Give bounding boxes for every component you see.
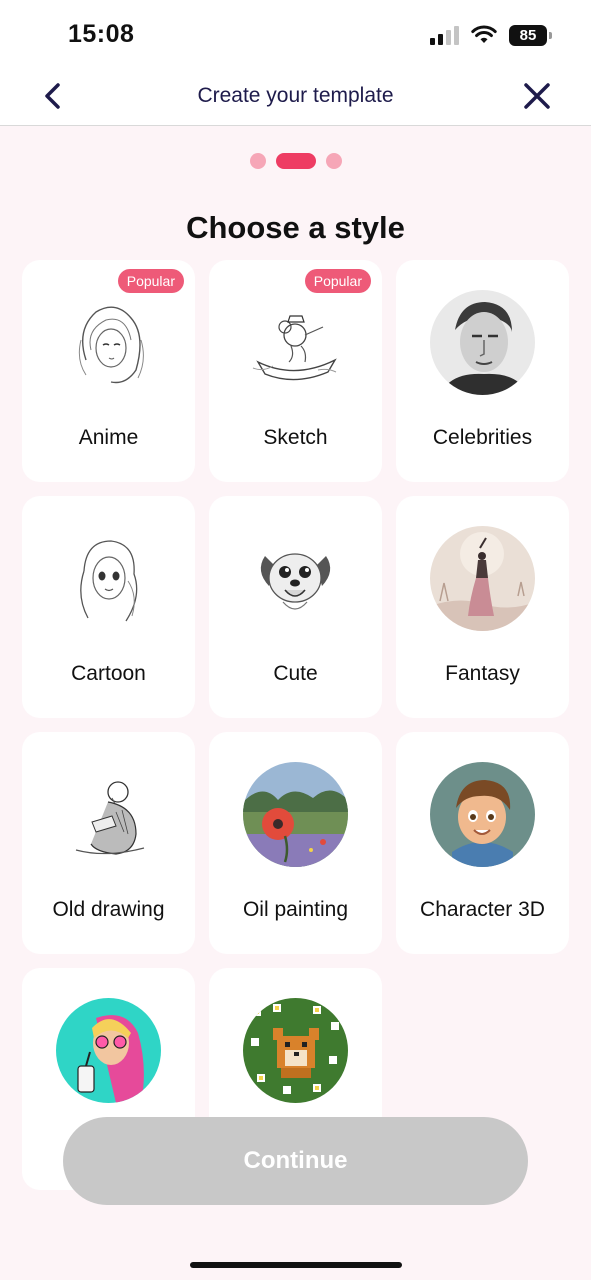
battery-icon: 85 — [509, 24, 552, 46]
continue-button[interactable]: Continue — [63, 1117, 528, 1205]
popular-badge: Popular — [304, 269, 371, 293]
style-label: Sketch — [263, 426, 328, 449]
style-card-old-drawing[interactable]: Old drawing — [22, 732, 195, 954]
progress-stepper — [0, 153, 591, 169]
step-indicator-3 — [325, 153, 342, 169]
popular-badge: Popular — [117, 269, 184, 293]
cellular-signal-icon — [430, 25, 459, 45]
style-card-cute[interactable]: Cute — [209, 496, 382, 718]
style-card-fantasy[interactable]: Fantasy — [396, 496, 569, 718]
close-icon — [524, 83, 550, 109]
close-button[interactable] — [521, 80, 553, 112]
style-label: Cute — [273, 662, 318, 685]
cute-dog-sketch-icon — [243, 526, 348, 631]
old-man-engraving-icon — [56, 762, 161, 867]
status-time: 15:08 — [68, 20, 135, 48]
pop-art-woman-icon — [56, 998, 161, 1103]
style-card-celebrities[interactable]: Celebrities — [396, 260, 569, 482]
style-card-character-3d[interactable]: Character 3D — [396, 732, 569, 954]
nav-bar: Create your template — [0, 68, 591, 126]
cartoon-girl-sketch-icon — [56, 526, 161, 631]
style-label: Anime — [78, 426, 139, 449]
style-label: Old drawing — [52, 898, 165, 921]
style-label: Fantasy — [445, 662, 520, 685]
step-indicator-2-active — [275, 153, 316, 169]
style-label: Character 3D — [420, 898, 545, 921]
status-icons: 85 — [430, 22, 552, 48]
3d-boy-icon — [430, 762, 535, 867]
style-card-sketch[interactable]: Popular Sketch — [209, 260, 382, 482]
step-indicator-1 — [249, 153, 266, 169]
style-label: Celebrities — [432, 426, 533, 449]
fantasy-woman-icon — [430, 526, 535, 631]
poppy-oil-painting-icon — [243, 762, 348, 867]
style-card-anime[interactable]: Popular Anime — [22, 260, 195, 482]
mouse-boat-sketch-icon — [243, 290, 348, 395]
style-grid: Popular Anime Popular Sketch Celebrities… — [22, 260, 569, 1190]
pixel-dog-flowers-icon — [243, 998, 348, 1103]
style-card-cartoon[interactable]: Cartoon — [22, 496, 195, 718]
battery-level: 85 — [519, 26, 537, 44]
style-label: Cartoon — [71, 662, 146, 685]
style-card-oil-painting[interactable]: Oil painting — [209, 732, 382, 954]
wifi-icon — [471, 25, 497, 43]
status-bar: 15:08 85 — [0, 0, 591, 68]
style-label: Oil painting — [242, 898, 349, 921]
section-heading: Choose a style — [186, 210, 405, 245]
page-title: Create your template — [197, 84, 394, 107]
celebrity-portrait-icon — [430, 290, 535, 395]
anime-girl-sketch-icon — [56, 290, 161, 395]
home-indicator — [190, 1262, 402, 1268]
